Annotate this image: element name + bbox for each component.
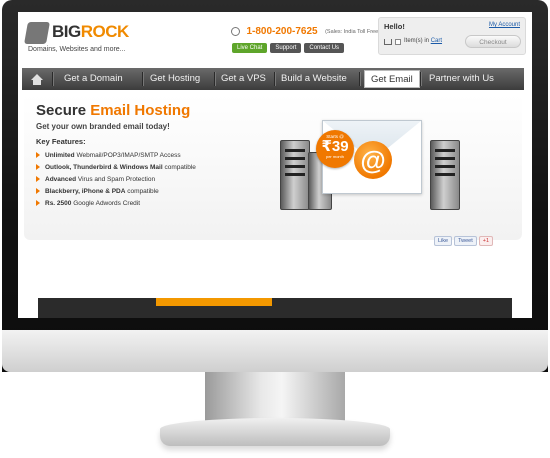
monitor-stand-base xyxy=(160,418,390,446)
feature-item: Blackberry, iPhone & PDA compatible xyxy=(36,186,196,198)
tweet-button[interactable]: Tweet xyxy=(454,236,477,246)
nav-get-email[interactable]: Get Email xyxy=(364,70,420,88)
feature-item: Advanced Virus and Spam Protection xyxy=(36,174,196,186)
google-plus-button[interactable]: +1 xyxy=(478,236,494,246)
footer-active-tab[interactable] xyxy=(156,298,272,306)
server-left-icon xyxy=(280,140,310,210)
nav-get-hosting[interactable]: Get Hosting xyxy=(150,68,200,90)
nav-partner-with-us[interactable]: Partner with Us xyxy=(429,68,494,90)
feature-text: Webmail/POP3/IMAP/SMTP Access xyxy=(76,152,181,159)
checkout-button[interactable]: Checkout xyxy=(465,35,521,48)
feature-bold: Advanced xyxy=(45,176,77,183)
social-buttons: Like Tweet +1 xyxy=(432,229,494,247)
nav-get-a-domain[interactable]: Get a Domain xyxy=(64,68,123,90)
nav-separator xyxy=(420,72,421,86)
logo-rock-icon xyxy=(24,22,50,44)
feature-item: Unlimited Webmail/POP3/IMAP/SMTP Access xyxy=(36,150,196,162)
feature-list: Unlimited Webmail/POP3/IMAP/SMTP Access … xyxy=(36,150,196,210)
logo-big: BIG xyxy=(52,22,81,41)
logo-rock: ROCK xyxy=(80,22,130,41)
hero-subtitle: Get your own branded email today! xyxy=(36,122,170,131)
browser-screen: BIGROCK Domains, Websites and more... 1-… xyxy=(18,12,532,318)
feature-item: Rs. 2500 Google Adwords Credit xyxy=(36,198,196,210)
key-features-title: Key Features: xyxy=(36,137,86,146)
bullet-arrow-icon xyxy=(36,152,40,159)
feature-text: compatible xyxy=(127,188,159,195)
header-buttons: Live Chat Support Contact Us xyxy=(232,36,347,54)
live-chat-button[interactable]: Live Chat xyxy=(232,43,268,53)
account-panel: Hello! My Account Item(s) in Cart Checko… xyxy=(378,17,526,55)
nav-home[interactable] xyxy=(26,68,48,90)
monitor-stand-neck xyxy=(205,372,345,422)
cart-icon xyxy=(384,39,392,45)
contact-us-button[interactable]: Contact Us xyxy=(304,43,345,53)
cart-link[interactable]: Cart xyxy=(431,38,442,44)
logo-wordmark: BIGROCK xyxy=(52,22,129,42)
nav-separator xyxy=(359,72,360,86)
cart-text: Item(s) in xyxy=(404,38,430,44)
nav-get-a-vps[interactable]: Get a VPS xyxy=(221,68,266,90)
bullet-arrow-icon xyxy=(36,188,40,195)
bullet-arrow-icon xyxy=(36,200,40,207)
monitor-chin xyxy=(2,330,548,372)
nav-separator xyxy=(52,72,53,86)
support-button[interactable]: Support xyxy=(270,43,302,53)
price-amount: ₹39 xyxy=(321,138,349,155)
nav-separator xyxy=(214,72,215,86)
feature-text: Google Adwords Credit xyxy=(73,200,141,207)
phone-icon xyxy=(231,27,240,37)
logo-tagline: Domains, Websites and more... xyxy=(28,46,126,53)
nav-build-a-website[interactable]: Build a Website xyxy=(281,68,347,90)
bigrock-logo[interactable]: BIGROCK Domains, Websites and more... xyxy=(24,20,156,54)
server-right-icon xyxy=(430,140,460,210)
cart-count-box xyxy=(395,39,401,45)
feature-text: compatible xyxy=(164,164,196,171)
feature-text: Virus and Spam Protection xyxy=(77,176,156,183)
nav-separator xyxy=(142,72,143,86)
bullet-arrow-icon xyxy=(36,176,40,183)
cart-status: Item(s) in Cart xyxy=(404,38,442,44)
feature-bold: Rs. 2500 xyxy=(45,200,72,207)
at-sign-icon: @ xyxy=(354,141,392,179)
nav-separator xyxy=(274,72,275,86)
facebook-like-button[interactable]: Like xyxy=(434,236,453,246)
desktop-stage: BIGROCK Domains, Websites and more... 1-… xyxy=(0,0,550,458)
price-badge: Starts @ ₹39 per month xyxy=(316,130,354,168)
hero-title: Secure Email Hosting xyxy=(36,102,190,119)
feature-bold: Blackberry, iPhone & PDA xyxy=(45,188,126,195)
feature-bold: Unlimited xyxy=(45,152,75,159)
home-icon xyxy=(31,74,43,85)
phone-note: (Sales: India Toll Free) xyxy=(325,28,381,35)
main-nav: Get a Domain Get Hosting Get a VPS Build… xyxy=(22,68,524,90)
greeting: Hello! xyxy=(384,22,405,31)
feature-item: Outlook, Thunderbird & Windows Mail comp… xyxy=(36,162,196,174)
bullet-arrow-icon xyxy=(36,164,40,171)
hero-title-accent: Email Hosting xyxy=(90,102,191,119)
hero-title-prefix: Secure xyxy=(36,102,87,119)
footer-tab-bar xyxy=(38,298,512,318)
feature-bold: Outlook, Thunderbird & Windows Mail xyxy=(45,164,163,171)
my-account-link[interactable]: My Account xyxy=(489,22,520,28)
